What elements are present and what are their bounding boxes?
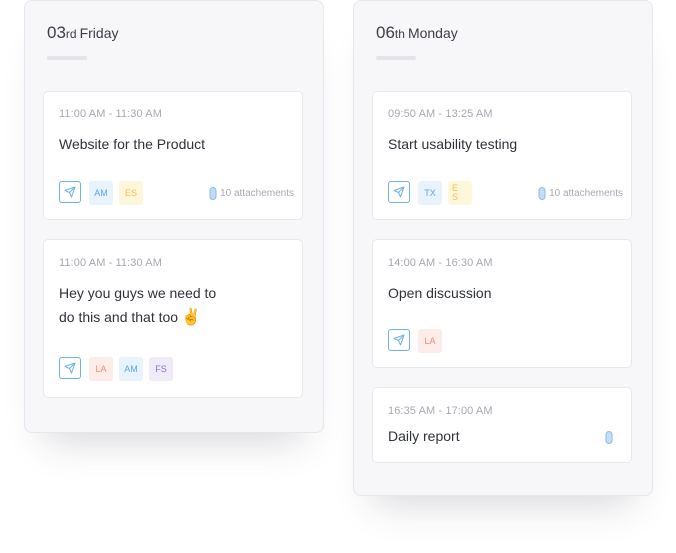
- tag-row: LA AM FS: [59, 357, 179, 381]
- assignee-tag[interactable]: TX: [418, 181, 442, 205]
- day-number: 03: [47, 23, 66, 42]
- event-card[interactable]: 16:35 AM - 17:00 AM Daily report: [372, 387, 632, 463]
- assignee-tag[interactable]: AM: [119, 357, 143, 381]
- event-time: 11:00 AM - 11:30 AM: [59, 257, 162, 269]
- paperclip-icon[interactable]: [605, 431, 613, 444]
- event-card[interactable]: 11:00 AM - 11:30 AM Hey you guys we need…: [43, 239, 303, 398]
- assignee-tag[interactable]: AM: [89, 181, 113, 205]
- event-title-line: Hey you guys we need to: [59, 285, 217, 301]
- paperclip-icon: [209, 187, 217, 200]
- day-underline: [376, 56, 416, 60]
- day-column-friday: 03rd Friday 11:00 AM - 11:30 AM Website f…: [24, 0, 324, 433]
- attachments-link[interactable]: 10 attachements: [209, 187, 294, 200]
- send-button[interactable]: [59, 181, 81, 203]
- send-button[interactable]: [59, 357, 81, 379]
- assignee-tag[interactable]: E S: [448, 181, 472, 205]
- event-title-line: Open discussion: [388, 285, 492, 301]
- day-header: 03rd Friday: [47, 23, 119, 43]
- event-title-text: do this and that too: [59, 309, 179, 325]
- event-card[interactable]: 09:50 AM - 13:25 AM Start usability test…: [372, 91, 632, 220]
- paper-plane-icon: [393, 186, 405, 198]
- send-button[interactable]: [388, 181, 410, 203]
- day-underline: [47, 56, 87, 60]
- attachments-count: 10 attachements: [549, 188, 623, 199]
- event-title-line: Website for the Product: [59, 136, 206, 152]
- assignee-tag[interactable]: ES: [119, 181, 143, 205]
- tag-row: AM ES: [59, 181, 149, 205]
- assignee-tag[interactable]: LA: [418, 329, 442, 353]
- schedule-board: 03rd Friday 11:00 AM - 11:30 AM Website f…: [0, 0, 676, 553]
- event-time: 14:00 AM - 16:30 AM: [388, 257, 493, 269]
- day-suffix: rd: [65, 27, 77, 41]
- assignee-tag[interactable]: FS: [149, 357, 173, 381]
- day-column-monday: 06th Monday 09:50 AM - 13:25 AM Start usa…: [353, 0, 653, 496]
- day-suffix: th: [394, 27, 405, 41]
- event-time: 09:50 AM - 13:25 AM: [388, 108, 493, 120]
- event-title: Website for the Product: [59, 132, 205, 156]
- event-title: Daily report: [388, 424, 460, 448]
- tag-row: LA: [388, 329, 448, 353]
- event-title-line: Daily report: [388, 428, 460, 444]
- event-time: 11:00 AM - 11:30 AM: [59, 108, 162, 120]
- attachments-link[interactable]: 10 attachements: [538, 187, 623, 200]
- day-name: Monday: [407, 25, 458, 41]
- event-card[interactable]: 14:00 AM - 16:30 AM Open discussion LA: [372, 239, 632, 368]
- assignee-tag[interactable]: LA: [89, 357, 113, 381]
- event-title: Start usability testing: [388, 132, 517, 156]
- victory-hand-emoji: ✌️: [181, 309, 202, 326]
- day-number: 06: [376, 23, 395, 42]
- event-title-line-2: do this and that too ✌️: [59, 305, 216, 330]
- paperclip-icon: [538, 187, 546, 200]
- event-time: 16:35 AM - 17:00 AM: [388, 405, 493, 417]
- event-title: Open discussion: [388, 281, 492, 305]
- tag-row: TX E S: [388, 181, 478, 205]
- day-header: 06th Monday: [376, 23, 458, 43]
- paper-plane-icon: [64, 186, 76, 198]
- send-button[interactable]: [388, 329, 410, 351]
- event-card[interactable]: 11:00 AM - 11:30 AM Website for the Prod…: [43, 91, 303, 220]
- event-title-line: Start usability testing: [388, 136, 518, 152]
- paper-plane-icon: [64, 362, 76, 374]
- attachments-count: 10 attachements: [220, 188, 294, 199]
- day-name: Friday: [79, 25, 119, 41]
- event-title: Hey you guys we need to do this and that…: [59, 281, 216, 330]
- paper-plane-icon: [393, 334, 405, 346]
